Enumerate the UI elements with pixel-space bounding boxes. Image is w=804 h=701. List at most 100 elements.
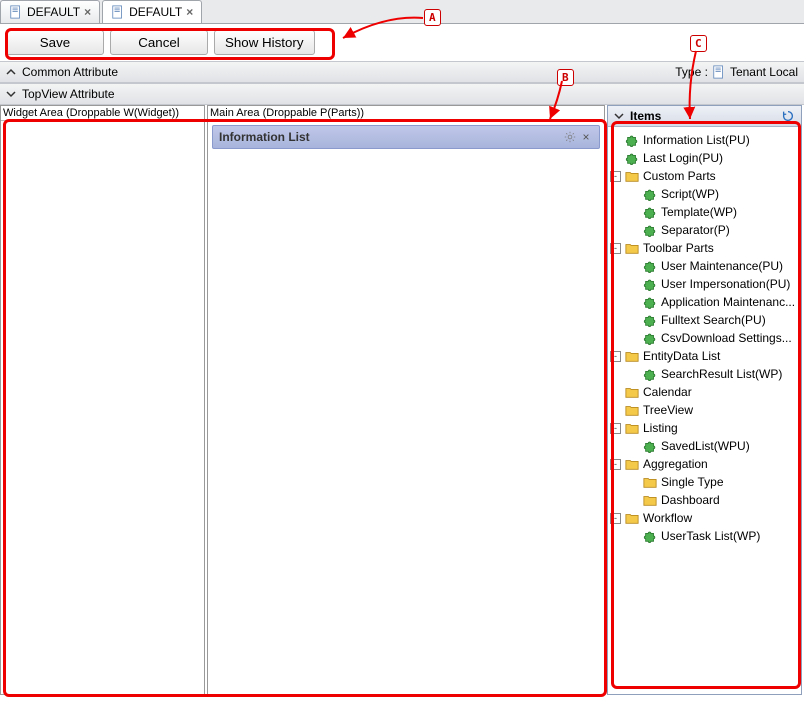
tab-default-1[interactable]: DEFAULT × <box>0 0 100 23</box>
puzzle-icon <box>643 331 657 345</box>
tree-label: Custom Parts <box>643 169 716 183</box>
tree-node[interactable]: User Maintenance(PU) <box>610 257 799 275</box>
folder-icon <box>625 403 639 417</box>
collapse-icon[interactable]: - <box>610 243 621 254</box>
puzzle-icon <box>643 187 657 201</box>
section-title: TopView Attribute <box>22 87 115 101</box>
widget-area-body[interactable] <box>1 121 204 694</box>
tree-label: SavedList(WPU) <box>661 439 750 453</box>
chevron-down-icon <box>6 89 16 99</box>
folder-icon <box>625 511 639 525</box>
tab-label: DEFAULT <box>129 5 182 19</box>
page-icon <box>712 65 726 79</box>
tree-label: Aggregation <box>643 457 708 471</box>
tree-label: UserTask List(WP) <box>661 529 760 543</box>
tree-node[interactable]: Script(WP) <box>610 185 799 203</box>
page-icon <box>111 5 125 19</box>
puzzle-icon <box>643 259 657 273</box>
common-attribute-header[interactable]: Common Attribute Type : Tenant Local <box>0 61 804 83</box>
annotation-c: C <box>690 35 707 52</box>
tree-node[interactable]: Single Type <box>610 473 799 491</box>
folder-icon <box>625 457 639 471</box>
tree-node[interactable]: SearchResult List(WP) <box>610 365 799 383</box>
tab-bar: DEFAULT × DEFAULT × <box>0 0 804 24</box>
tree-node[interactable]: Template(WP) <box>610 203 799 221</box>
items-header[interactable]: Items <box>608 106 801 127</box>
folder-icon <box>625 385 639 399</box>
tree-label: Single Type <box>661 475 724 489</box>
tree-node[interactable]: CsvDownload Settings... <box>610 329 799 347</box>
items-title: Items <box>630 109 661 123</box>
puzzle-icon <box>643 367 657 381</box>
tree-label: Dashboard <box>661 493 720 507</box>
tree-node[interactable]: -Workflow <box>610 509 799 527</box>
page-icon <box>9 5 23 19</box>
puzzle-icon <box>625 133 639 147</box>
tree-label: EntityData List <box>643 349 720 363</box>
type-indicator: Type : Tenant Local <box>675 65 798 79</box>
collapse-icon[interactable]: - <box>610 459 621 470</box>
tree-label: Script(WP) <box>661 187 719 201</box>
gear-icon[interactable] <box>563 130 577 144</box>
tree-node[interactable]: Calendar <box>610 383 799 401</box>
tree-node[interactable]: Separator(P) <box>610 221 799 239</box>
tree-label: Information List(PU) <box>643 133 750 147</box>
tree-node[interactable]: - Listing <box>610 419 799 437</box>
close-icon[interactable]: × <box>186 5 193 19</box>
annotation-b: B <box>557 69 574 86</box>
folder-icon <box>625 241 639 255</box>
tree-node[interactable]: - Custom Parts <box>610 167 799 185</box>
close-icon[interactable]: × <box>84 5 91 19</box>
items-panel: Items Information List(PU) Last Login(PU)… <box>607 105 802 695</box>
puzzle-icon <box>643 277 657 291</box>
show-history-button[interactable]: Show History <box>214 30 315 55</box>
information-list-part[interactable]: Information List × <box>212 125 600 149</box>
collapse-icon[interactable]: - <box>610 351 621 362</box>
folder-icon <box>625 349 639 363</box>
main-area-header: Main Area (Droppable P(Parts)) <box>208 106 604 121</box>
tree-node[interactable]: Information List(PU) <box>610 131 799 149</box>
close-icon[interactable]: × <box>579 130 593 144</box>
tree-node[interactable]: UserTask List(WP) <box>610 527 799 545</box>
tree-label: User Maintenance(PU) <box>661 259 783 273</box>
tree-label: Calendar <box>643 385 692 399</box>
puzzle-icon <box>643 295 657 309</box>
collapse-icon[interactable]: - <box>610 171 621 182</box>
collapse-icon[interactable]: - <box>610 423 621 434</box>
tree-node[interactable]: TreeView <box>610 401 799 419</box>
tree-node[interactable]: -Toolbar Parts <box>610 239 799 257</box>
main-area-body[interactable]: Information List × <box>208 121 604 694</box>
items-tree: Information List(PU) Last Login(PU) - Custo… <box>608 127 801 694</box>
widget-area[interactable]: Widget Area (Droppable W(Widget)) <box>0 105 205 695</box>
refresh-icon[interactable] <box>781 109 795 123</box>
tree-node[interactable]: Last Login(PU) <box>610 149 799 167</box>
save-button[interactable]: Save <box>6 30 104 55</box>
tree-node[interactable]: - Aggregation <box>610 455 799 473</box>
tree-node[interactable]: - EntityData List <box>610 347 799 365</box>
main-area[interactable]: Main Area (Droppable P(Parts)) Informati… <box>207 105 605 695</box>
tree-node[interactable]: User Impersonation(PU) <box>610 275 799 293</box>
widget-area-header: Widget Area (Droppable W(Widget)) <box>1 106 204 121</box>
tree-node[interactable]: Application Maintenanc... <box>610 293 799 311</box>
tree-label: User Impersonation(PU) <box>661 277 790 291</box>
toolbar: Save Cancel Show History <box>0 24 804 61</box>
tab-label: DEFAULT <box>27 5 80 19</box>
puzzle-icon <box>643 205 657 219</box>
type-value: Tenant Local <box>730 65 798 79</box>
tree-label: Fulltext Search(PU) <box>661 313 766 327</box>
topview-attribute-header[interactable]: TopView Attribute <box>0 83 804 105</box>
tree-node[interactable]: Fulltext Search(PU) <box>610 311 799 329</box>
collapse-icon[interactable]: - <box>610 513 621 524</box>
tree-node[interactable]: SavedList(WPU) <box>610 437 799 455</box>
tree-label: SearchResult List(WP) <box>661 367 782 381</box>
puzzle-icon <box>643 529 657 543</box>
workspace: Widget Area (Droppable W(Widget)) Main A… <box>0 105 804 695</box>
puzzle-icon <box>625 151 639 165</box>
tree-node[interactable]: Dashboard <box>610 491 799 509</box>
tree-label: Template(WP) <box>661 205 737 219</box>
tree-label: TreeView <box>643 403 693 417</box>
puzzle-icon <box>643 223 657 237</box>
tab-default-2[interactable]: DEFAULT × <box>102 0 202 23</box>
tree-label: Listing <box>643 421 678 435</box>
cancel-button[interactable]: Cancel <box>110 30 208 55</box>
